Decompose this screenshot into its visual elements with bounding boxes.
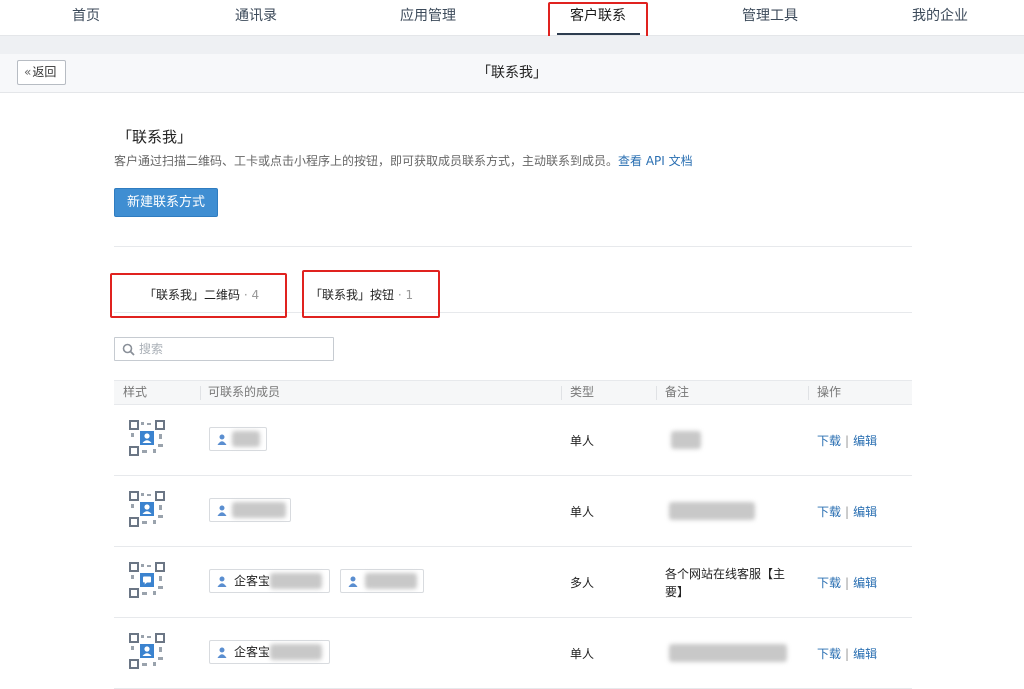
column-header-style: 样式 xyxy=(123,385,148,399)
tab-qrcode-label: 「联系我」二维码 xyxy=(144,288,241,302)
top-nav: 首页 通讯录 应用管理 客户联系 管理工具 我的企业 xyxy=(0,0,1024,36)
person-icon xyxy=(217,576,227,587)
edit-link[interactable]: 编辑 xyxy=(853,505,877,519)
tab-qrcode-count: · 4 xyxy=(243,288,260,302)
type-cell: 单人 xyxy=(570,434,595,448)
search-box[interactable] xyxy=(114,337,334,361)
redacted-name xyxy=(270,644,322,660)
divider xyxy=(114,246,912,247)
person-icon xyxy=(217,434,227,445)
column-header-actions: 操作 xyxy=(817,385,842,399)
column-header-type: 类型 xyxy=(570,385,595,399)
member-name: 企客宝 xyxy=(234,574,271,588)
actions-cell: 下载 | 编辑 xyxy=(817,574,877,591)
action-separator: | xyxy=(845,647,850,661)
member-tag: 企客宝 xyxy=(209,569,330,593)
type-cell: 单人 xyxy=(570,505,595,519)
column-separator xyxy=(808,386,809,400)
redacted-remark xyxy=(669,502,755,520)
tabs-baseline xyxy=(114,312,912,313)
section-title: 「联系我」 xyxy=(117,128,193,146)
table-row: 单人 下载 | 编辑 xyxy=(114,405,912,476)
api-doc-link[interactable]: 查看 API 文档 xyxy=(618,154,693,168)
tab-button-label: 「联系我」按钮 xyxy=(310,288,395,302)
person-icon xyxy=(348,576,358,587)
nav-spacer xyxy=(0,36,1024,54)
nav-item-customer-contact[interactable]: 客户联系 xyxy=(562,0,634,36)
actions-cell: 下载 | 编辑 xyxy=(817,503,877,520)
redacted-remark xyxy=(669,644,787,662)
edit-link[interactable]: 编辑 xyxy=(853,647,877,661)
edit-link[interactable]: 编辑 xyxy=(853,576,877,590)
type-cell: 单人 xyxy=(570,647,595,661)
description-text: 客户通过扫描二维码、工卡或点击小程序上的按钮，即可获取成员联系方式，主动联系到成… xyxy=(114,154,619,168)
actions-cell: 下载 | 编辑 xyxy=(817,645,877,662)
member-tag xyxy=(209,427,267,451)
redacted-name xyxy=(232,502,286,518)
column-header-members: 可联系的成员 xyxy=(208,385,281,399)
qrcode-person-icon xyxy=(129,420,165,456)
title-bar: 「联系我」 «返回 xyxy=(0,54,1024,93)
action-separator: | xyxy=(845,434,850,448)
member-name: 企客宝 xyxy=(234,645,271,659)
table-row: 单人 下载 | 编辑 xyxy=(114,476,912,547)
download-link[interactable]: 下载 xyxy=(817,434,841,448)
action-separator: | xyxy=(845,505,850,519)
column-separator xyxy=(561,386,562,400)
double-chevron-left-icon: « xyxy=(24,65,32,79)
member-tag: 企客宝 xyxy=(209,640,330,664)
person-icon xyxy=(217,647,227,658)
redacted-remark xyxy=(671,431,701,449)
qrcode-chat-icon xyxy=(129,562,165,598)
nav-item-my-enterprise[interactable]: 我的企业 xyxy=(904,0,976,36)
tab-qrcode[interactable]: 「联系我」二维码 · 4 xyxy=(144,286,259,303)
search-input[interactable] xyxy=(139,341,329,357)
actions-cell: 下载 | 编辑 xyxy=(817,432,877,449)
section-description: 客户通过扫描二维码、工卡或点击小程序上的按钮，即可获取成员联系方式，主动联系到成… xyxy=(114,152,693,169)
search-icon xyxy=(122,343,135,356)
table-row: 企客宝 单人 下载 | 编辑 xyxy=(114,618,912,689)
page-title: 「联系我」 xyxy=(477,65,547,81)
download-link[interactable]: 下载 xyxy=(817,505,841,519)
qrcode-person-icon xyxy=(129,491,165,527)
remark-cell: 各个网站在线客服【主要】 xyxy=(665,567,786,599)
table-header: 样式 可联系的成员 类型 备注 操作 xyxy=(114,380,912,405)
nav-item-home[interactable]: 首页 xyxy=(56,0,116,36)
back-button[interactable]: «返回 xyxy=(17,60,66,85)
type-cell: 多人 xyxy=(570,576,595,590)
back-label: 返回 xyxy=(32,65,57,79)
active-nav-underline xyxy=(557,33,640,35)
edit-link[interactable]: 编辑 xyxy=(853,434,877,448)
nav-item-management-tools[interactable]: 管理工具 xyxy=(734,0,806,36)
member-tag xyxy=(340,569,424,593)
table-row: 企客宝 多人 各个网站在线客服【主要】 下载 | 编辑 xyxy=(114,547,912,618)
redacted-name xyxy=(270,573,322,589)
action-separator: | xyxy=(845,576,850,590)
column-separator xyxy=(656,386,657,400)
redacted-name xyxy=(232,431,260,447)
new-contact-method-button[interactable]: 新建联系方式 xyxy=(114,188,218,217)
person-icon xyxy=(217,505,227,516)
member-tag xyxy=(209,498,291,522)
download-link[interactable]: 下载 xyxy=(817,647,841,661)
column-header-remark: 备注 xyxy=(665,385,690,399)
column-separator xyxy=(200,386,201,400)
nav-item-app-management[interactable]: 应用管理 xyxy=(392,0,464,36)
download-link[interactable]: 下载 xyxy=(817,576,841,590)
tab-button[interactable]: 「联系我」按钮 · 1 xyxy=(310,286,413,303)
nav-item-contacts[interactable]: 通讯录 xyxy=(226,0,286,36)
redacted-name xyxy=(365,573,417,589)
tab-button-count: · 1 xyxy=(397,288,414,302)
qrcode-person-icon xyxy=(129,633,165,669)
